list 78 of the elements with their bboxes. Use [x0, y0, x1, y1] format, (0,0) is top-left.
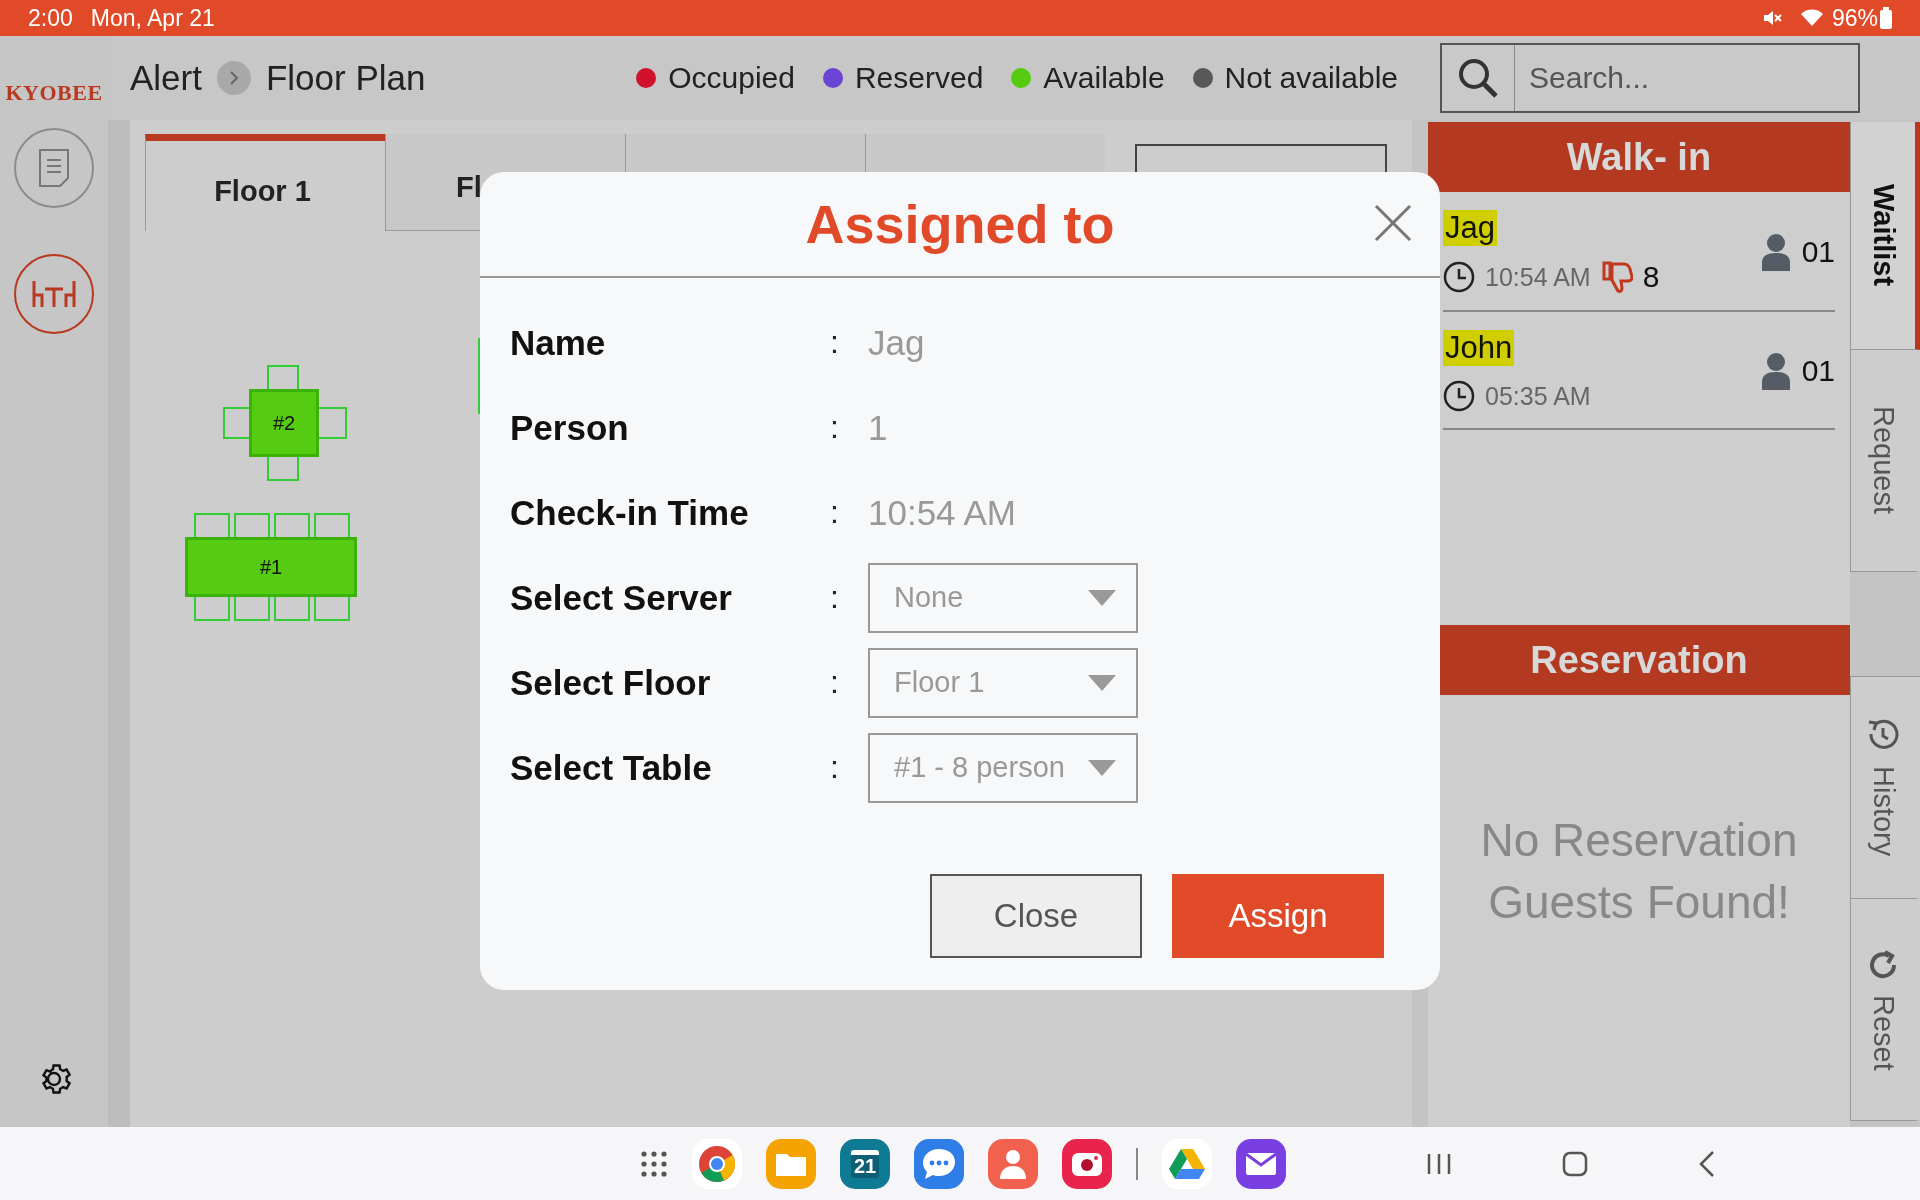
empty-message: No Reservation Guests Found! [1479, 812, 1799, 930]
close-button[interactable]: Close [930, 874, 1142, 958]
sidebar-button[interactable] [14, 128, 94, 208]
wifi-icon [1799, 8, 1824, 28]
party-size: 01 [1801, 354, 1835, 388]
clock-icon [1443, 380, 1475, 412]
dining-table-icon [31, 279, 77, 309]
back-icon[interactable] [1698, 1149, 1716, 1178]
refresh-icon [1867, 948, 1899, 981]
legend-label: Available [1043, 61, 1165, 95]
field-label: Name [510, 321, 607, 364]
document-icon [37, 148, 71, 188]
walk-in-header: Walk- in [1428, 122, 1850, 192]
mute-icon [1761, 8, 1782, 28]
rating-count: 8 [1642, 260, 1660, 294]
person-icon [1759, 352, 1792, 390]
battery-percent: 96% [1831, 4, 1878, 32]
field-label: Select Floor [510, 661, 712, 704]
mail-icon[interactable] [1236, 1138, 1286, 1189]
legend-label: Not available [1224, 61, 1398, 95]
party-size: 01 [1801, 235, 1835, 269]
chat-icon[interactable] [914, 1138, 964, 1189]
contact-icon[interactable] [988, 1138, 1038, 1189]
chevron-icon [215, 60, 252, 96]
side-tab[interactable]: Waitlist [1850, 122, 1920, 350]
table[interactable]: #1 [185, 537, 357, 597]
legend-label: Reserved [854, 61, 984, 95]
search-icon [1457, 57, 1499, 99]
sidebar-button[interactable] [14, 254, 94, 334]
breadcrumb-link[interactable]: Alert [130, 58, 202, 98]
assign-button[interactable]: Assign [1172, 874, 1384, 958]
person-icon [1759, 233, 1792, 271]
thumbs-down-icon [1600, 260, 1633, 294]
home-icon[interactable] [1562, 1150, 1588, 1177]
check-in-time: 05:35 AM [1485, 381, 1591, 411]
guest-name: Jag [1443, 210, 1497, 246]
caret-icon [1088, 674, 1116, 691]
recent-apps-icon[interactable] [1426, 1151, 1452, 1176]
guest-row[interactable]: Jag 10:54 AM 8 01 [1443, 192, 1835, 312]
dialog-title: Assigned to [805, 193, 1115, 255]
colon: : [830, 494, 840, 531]
field-label: Check-in Time [510, 491, 750, 534]
close-button[interactable] [1372, 202, 1414, 244]
battery-icon [1880, 7, 1892, 29]
field-value: Jag [868, 322, 926, 363]
app-drawer-icon[interactable] [640, 1149, 668, 1178]
guest-name: John [1443, 330, 1515, 366]
clock-time: 2:00 [28, 4, 73, 32]
guest-row[interactable]: John 05:35 AM 01 [1443, 312, 1835, 430]
colon: : [830, 409, 840, 446]
colon: : [830, 579, 840, 616]
search-input[interactable]: Search... [1515, 45, 1858, 111]
clock-icon [1443, 261, 1475, 293]
side-tab[interactable]: History [1850, 677, 1920, 899]
caret-icon [1088, 589, 1116, 606]
check-in-time: 10:54 AM [1485, 262, 1591, 292]
floor-tab[interactable]: Floor 1 [145, 134, 385, 231]
side-tab[interactable]: Reset [1850, 899, 1920, 1121]
camera-icon[interactable] [1062, 1138, 1112, 1189]
caret-icon [1088, 759, 1116, 776]
drive-icon[interactable] [1162, 1138, 1212, 1189]
colon: : [830, 749, 840, 786]
calendar-icon[interactable]: 21 [840, 1138, 890, 1189]
legend-label: Occupied [668, 61, 795, 95]
logo: KYOBEE [5, 80, 103, 106]
browser-icon[interactable] [692, 1138, 742, 1189]
status-date: Mon, Apr 21 [90, 4, 215, 32]
page-title: Floor Plan [265, 58, 426, 98]
search-field[interactable]: Search... [1440, 43, 1860, 113]
field-value: 10:54 AM [868, 492, 1017, 533]
field-label: Select Server [510, 576, 733, 619]
field-value: 1 [868, 407, 889, 448]
side-tab[interactable]: Request [1850, 350, 1920, 572]
colon: : [830, 664, 840, 701]
field-label: Select Table [510, 746, 713, 789]
colon: : [830, 324, 840, 361]
field-label: Person [510, 406, 630, 449]
table[interactable]: #2 [249, 389, 319, 457]
